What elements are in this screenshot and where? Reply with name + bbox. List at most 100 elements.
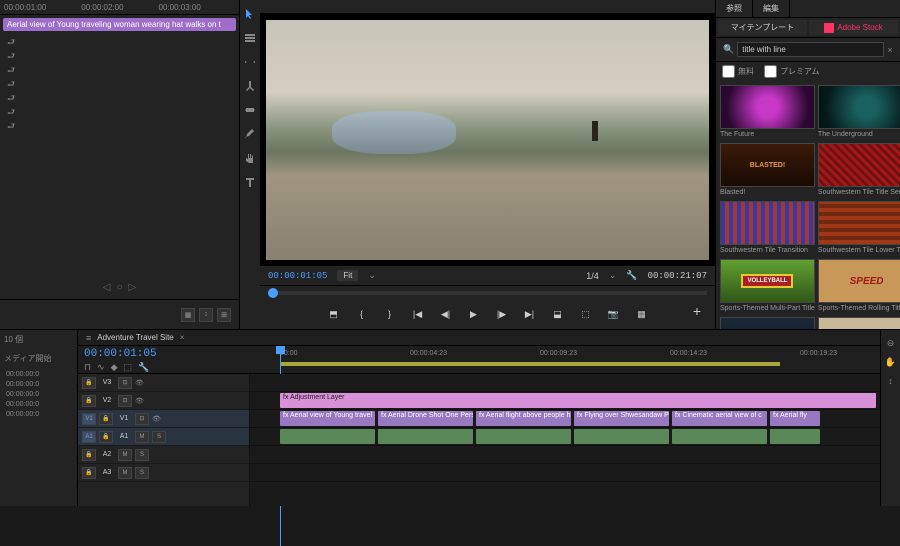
scrub-bar[interactable] <box>260 285 715 299</box>
zoom-fit-select[interactable]: Fit <box>337 270 358 281</box>
track-output-toggle[interactable]: ⊡ <box>118 377 132 389</box>
audio-clip[interactable] <box>574 429 669 444</box>
audio-clip[interactable] <box>280 429 375 444</box>
filter-free[interactable]: 無料 <box>722 65 754 78</box>
media-item[interactable]: 00:00:00:0 <box>4 400 73 409</box>
template-item[interactable]: The Future <box>720 85 815 140</box>
type-tool[interactable] <box>242 174 258 190</box>
video-clip[interactable]: fx Flying over Shwesandaw Pa <box>574 411 669 426</box>
pen-tool[interactable] <box>242 126 258 142</box>
video-clip[interactable]: fx Aerial flight above people h <box>476 411 571 426</box>
template-item[interactable]: SPEEDSports-Themed Rolling Title T <box>818 259 900 314</box>
settings-icon[interactable]: ⬚ <box>124 362 133 373</box>
step-back-icon[interactable]: ◀| <box>438 306 454 322</box>
slip-tool[interactable] <box>242 102 258 118</box>
template-item[interactable]: Handwritten Note Title <box>818 317 900 329</box>
lift-icon[interactable]: ⬓ <box>550 306 566 322</box>
marker-icon[interactable]: ◆ <box>111 362 118 373</box>
track-lock-icon[interactable]: 🔒 <box>99 431 113 443</box>
subtab-my-templates[interactable]: マイテンプレート <box>718 20 807 35</box>
add-button[interactable]: + <box>687 301 707 321</box>
timeline-timecode[interactable]: 00:00:01:05 <box>84 348 244 360</box>
razor-tool[interactable] <box>242 78 258 94</box>
media-item[interactable]: 00:00:00:0 <box>4 390 73 399</box>
audio-clip[interactable] <box>672 429 767 444</box>
scrub-playhead[interactable] <box>268 288 278 298</box>
video-clip[interactable]: fx Aerial view of Young travel <box>280 411 375 426</box>
zoom-tool-icon[interactable]: ⊖ <box>887 338 895 349</box>
template-item[interactable]: Southwestern Tile Transition <box>720 201 815 256</box>
media-item[interactable]: 00:00:00:0 <box>4 380 73 389</box>
panel-btn-1[interactable]: ▦ <box>181 308 195 322</box>
audio-clip[interactable] <box>476 429 571 444</box>
track-lock-icon[interactable]: 🔒 <box>82 467 96 479</box>
track-label[interactable]: V2 <box>99 397 115 404</box>
step-fwd-icon[interactable]: |▶ <box>494 306 510 322</box>
subtab-adobe-stock[interactable]: Adobe Stock <box>809 20 898 35</box>
work-area-bar[interactable] <box>280 362 780 366</box>
audio-clip[interactable] <box>378 429 473 444</box>
template-item[interactable]: Southwestern Tile Lower Third <box>818 201 900 256</box>
media-item[interactable]: 00:00:00:0 <box>4 370 73 379</box>
track-lock-icon[interactable]: 🔒 <box>82 449 96 461</box>
track-output-toggle[interactable]: ⊡ <box>118 395 132 407</box>
eye-icon[interactable]: 👁 <box>135 379 144 387</box>
track-content[interactable]: fx Adjustment Layer fx Aerial view of Yo… <box>250 374 880 506</box>
template-item[interactable]: The Underground <box>818 85 900 140</box>
go-to-in-icon[interactable]: |◀ <box>410 306 426 322</box>
wrench-icon[interactable]: 🔧 <box>138 362 149 373</box>
track-label[interactable]: V1 <box>116 415 132 422</box>
selection-tool[interactable] <box>242 6 258 22</box>
video-clip[interactable]: fx Aerial Drone Shot One Perso <box>378 411 473 426</box>
dropdown-icon[interactable]: ⌄ <box>368 270 376 281</box>
go-to-out-icon[interactable]: ▶| <box>522 306 538 322</box>
track-lock-icon[interactable]: 🔒 <box>82 377 96 389</box>
hand-tool[interactable] <box>242 150 258 166</box>
video-clip[interactable]: fx Cinematic aerial view of c <box>672 411 767 426</box>
solo-button[interactable]: S <box>152 431 166 443</box>
search-input[interactable] <box>737 42 884 57</box>
template-item[interactable]: Southwestern Tile Title Seque. <box>818 143 900 198</box>
eye-icon[interactable]: 👁 <box>152 415 161 423</box>
solo-button[interactable]: S <box>135 449 149 461</box>
link-icon[interactable]: ∿ <box>97 362 105 373</box>
track-label[interactable]: V3 <box>99 379 115 386</box>
clear-search-icon[interactable]: × <box>884 45 896 55</box>
eye-icon[interactable]: 👁 <box>135 397 144 405</box>
hand-tool-icon[interactable]: ✋ <box>885 357 896 368</box>
track-output-toggle[interactable]: ⊡ <box>135 413 149 425</box>
filter-premium[interactable]: プレミアム <box>764 65 819 78</box>
nav-prev-icon[interactable]: ◁ <box>103 282 111 293</box>
panel-btn-2[interactable]: ↕ <box>199 308 213 322</box>
track-label[interactable]: A2 <box>99 451 115 458</box>
track-label[interactable]: A3 <box>99 469 115 476</box>
track-target[interactable]: A1 <box>82 431 96 443</box>
track-lock-icon[interactable]: 🔒 <box>82 395 96 407</box>
scroll-icon[interactable]: ↕ <box>888 376 893 386</box>
snap-icon[interactable]: ⊓ <box>84 362 91 373</box>
mute-button[interactable]: M <box>118 467 132 479</box>
page-indicator[interactable]: 1/4 <box>586 271 599 281</box>
panel-btn-3[interactable]: ⊞ <box>217 308 231 322</box>
ripple-tool[interactable] <box>242 54 258 70</box>
nav-next-icon[interactable]: ▷ <box>129 282 137 293</box>
dropdown-icon[interactable]: ⌄ <box>609 270 617 281</box>
checkbox-free[interactable] <box>722 65 735 78</box>
adjustment-layer-clip[interactable]: fx Adjustment Layer <box>280 393 876 408</box>
mark-in-icon[interactable]: { <box>354 306 370 322</box>
sequence-name[interactable]: Adventure Travel Site <box>97 333 173 342</box>
track-select-tool[interactable] <box>242 30 258 46</box>
timeline-ruler[interactable]: 00:0000:00:04:2300:00:09:2300:00:14:2300… <box>250 346 880 373</box>
template-item[interactable]: BLASTED!Blasted! <box>720 143 815 198</box>
solo-button[interactable]: S <box>135 467 149 479</box>
track-label[interactable]: A1 <box>116 433 132 440</box>
template-item[interactable]: VOLLEYBALLSports-Themed Multi-Part Title <box>720 259 815 314</box>
video-clip[interactable]: fx Aerial fly <box>770 411 820 426</box>
track-lock-icon[interactable]: 🔒 <box>99 413 113 425</box>
audio-clip[interactable] <box>770 429 820 444</box>
checkbox-premium[interactable] <box>764 65 777 78</box>
mark-out-icon[interactable]: } <box>382 306 398 322</box>
track-target[interactable]: V1 <box>82 413 96 425</box>
source-clip-label[interactable]: Aerial view of Young traveling woman wea… <box>3 18 236 31</box>
close-sequence-icon[interactable]: × <box>180 333 185 342</box>
